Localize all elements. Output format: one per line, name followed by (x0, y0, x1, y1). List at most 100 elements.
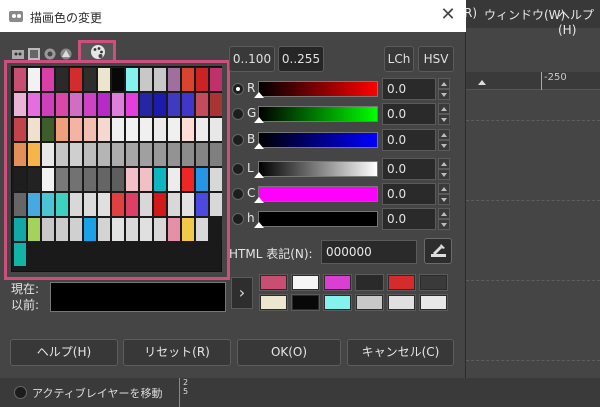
history-swatch[interactable] (419, 274, 448, 291)
palette-swatch[interactable] (112, 168, 124, 191)
palette-swatch[interactable] (14, 218, 26, 241)
palette-swatch[interactable] (182, 93, 194, 116)
palette-swatch[interactable] (28, 143, 40, 166)
palette-swatch[interactable] (84, 143, 96, 166)
range-0-255-button[interactable]: 0..255 (278, 46, 324, 72)
channel-slider-b[interactable] (254, 132, 378, 149)
palette-swatch[interactable] (28, 218, 40, 241)
palette-swatch[interactable] (126, 218, 138, 241)
palette-swatch[interactable] (112, 118, 124, 141)
history-swatch[interactable] (259, 294, 288, 311)
increment-arrow-icon[interactable] (438, 129, 450, 140)
palette-swatch[interactable] (196, 93, 208, 116)
increment-arrow-icon[interactable] (438, 183, 450, 194)
palette-swatch[interactable] (84, 68, 96, 91)
palette-swatch[interactable] (70, 168, 82, 191)
palette-swatch[interactable] (140, 68, 152, 91)
increment-arrow-icon[interactable] (438, 103, 450, 114)
palette-swatch[interactable] (112, 93, 124, 116)
close-button[interactable]: ✕ (436, 4, 460, 28)
palette-swatch[interactable] (28, 68, 40, 91)
palette-swatch[interactable] (126, 93, 138, 116)
palette-swatch[interactable] (112, 143, 124, 166)
palette-swatch[interactable] (14, 118, 26, 141)
palette-swatch[interactable] (182, 118, 194, 141)
palette-swatch[interactable] (56, 68, 68, 91)
palette-swatch[interactable] (112, 193, 124, 216)
channel-value-r[interactable]: 0.0 (382, 78, 436, 100)
palette-swatch[interactable] (210, 218, 222, 241)
palette-swatch[interactable] (168, 93, 180, 116)
channel-radio-r[interactable] (232, 83, 244, 95)
palette-swatch[interactable] (196, 143, 208, 166)
channel-value-b[interactable]: 0.0 (382, 129, 436, 151)
palette-swatch[interactable] (126, 193, 138, 216)
palette-swatch[interactable] (154, 143, 166, 166)
palette-swatch[interactable] (168, 118, 180, 141)
help-button[interactable]: ヘルプ(H) (10, 339, 118, 366)
palette-swatch[interactable] (182, 168, 194, 191)
expand-history-button[interactable]: › (231, 277, 253, 309)
palette-swatch[interactable] (28, 193, 40, 216)
palette-swatch[interactable] (210, 68, 222, 91)
palette-swatch[interactable] (42, 68, 54, 91)
palette-swatch[interactable] (14, 143, 26, 166)
palette-swatch[interactable] (56, 143, 68, 166)
channel-value-g[interactable]: 0.0 (382, 103, 436, 125)
palette-swatch[interactable] (84, 168, 96, 191)
palette-swatch[interactable] (196, 168, 208, 191)
decrement-arrow-icon[interactable] (438, 89, 450, 100)
palette-swatch[interactable] (168, 68, 180, 91)
palette-swatch[interactable] (196, 193, 208, 216)
palette-swatch[interactable] (154, 118, 166, 141)
palette-swatch[interactable] (56, 193, 68, 216)
increment-arrow-icon[interactable] (438, 208, 450, 219)
palette-swatch[interactable] (140, 143, 152, 166)
palette-swatch[interactable] (182, 143, 194, 166)
palette-swatch[interactable] (84, 93, 96, 116)
reset-button[interactable]: リセット(R) (123, 339, 231, 366)
palette-swatch[interactable] (84, 193, 96, 216)
palette-swatch[interactable] (98, 68, 110, 91)
channel-slider-r[interactable] (254, 81, 378, 98)
palette-swatch[interactable] (210, 118, 222, 141)
palette-swatch[interactable] (70, 193, 82, 216)
palette-swatch[interactable] (210, 93, 222, 116)
ok-button[interactable]: OK(O) (237, 339, 341, 366)
palette-swatch[interactable] (56, 93, 68, 116)
palette-swatch[interactable] (70, 143, 82, 166)
color-picker-button[interactable] (424, 238, 452, 264)
palette-swatch[interactable] (140, 118, 152, 141)
history-swatch[interactable] (291, 274, 320, 291)
palette-swatch[interactable] (126, 168, 138, 191)
palette-swatch[interactable] (70, 118, 82, 141)
increment-arrow-icon[interactable] (438, 78, 450, 89)
menu-item-help[interactable]: ヘルプ(H) (558, 6, 600, 37)
history-swatch[interactable] (355, 274, 384, 291)
palette-swatch[interactable] (98, 118, 110, 141)
palette-swatch[interactable] (126, 68, 138, 91)
channel-radio-c[interactable] (232, 188, 244, 200)
channel-value-c[interactable]: 0.0 (382, 183, 436, 205)
move-layer-radio[interactable] (14, 386, 27, 399)
history-swatch[interactable] (387, 294, 416, 311)
palette-swatch[interactable] (98, 218, 110, 241)
history-swatch[interactable] (387, 274, 416, 291)
palette-swatch[interactable] (210, 193, 222, 216)
palette-swatch[interactable] (14, 93, 26, 116)
palette-swatch[interactable] (210, 168, 222, 191)
palette-swatch[interactable] (182, 218, 194, 241)
palette-swatch[interactable] (98, 93, 110, 116)
history-swatch[interactable] (419, 294, 448, 311)
slider-marker-icon[interactable] (254, 143, 264, 149)
palette-swatch[interactable] (196, 118, 208, 141)
slider-marker-icon[interactable] (254, 222, 264, 228)
palette-swatch[interactable] (14, 168, 26, 191)
palette-swatch[interactable] (42, 93, 54, 116)
gimp-selector-icon[interactable] (12, 48, 24, 60)
channel-radio-g[interactable] (232, 108, 244, 120)
palette-swatch[interactable] (196, 68, 208, 91)
html-notation-input[interactable] (321, 240, 417, 264)
channel-slider-l[interactable] (254, 161, 378, 178)
channel-slider-h[interactable] (254, 211, 378, 228)
